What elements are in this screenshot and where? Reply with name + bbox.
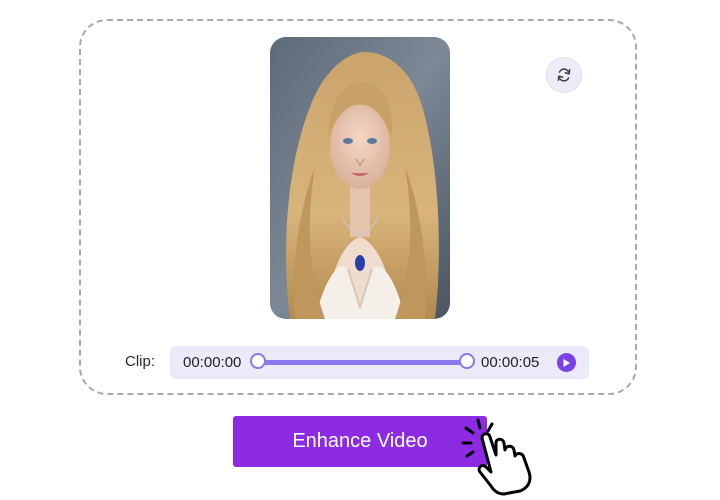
clip-start-time: 00:00:00: [183, 354, 242, 371]
refresh-icon: [557, 68, 571, 82]
clip-end-handle[interactable]: [459, 353, 475, 369]
clip-end-time: 00:00:05: [481, 354, 540, 371]
video-preview-thumbnail: [270, 37, 450, 319]
clip-range-fill: [258, 360, 467, 365]
clip-range-slider[interactable]: [258, 360, 467, 365]
clip-trim-bar: 00:00:00 00:00:05: [170, 346, 589, 379]
clip-start-handle[interactable]: [250, 353, 266, 369]
play-icon: [563, 358, 570, 367]
enhance-video-button[interactable]: Enhance Video: [233, 416, 487, 467]
play-button[interactable]: [557, 353, 576, 372]
replace-video-button[interactable]: [547, 58, 581, 92]
clip-label: Clip:: [125, 353, 156, 370]
